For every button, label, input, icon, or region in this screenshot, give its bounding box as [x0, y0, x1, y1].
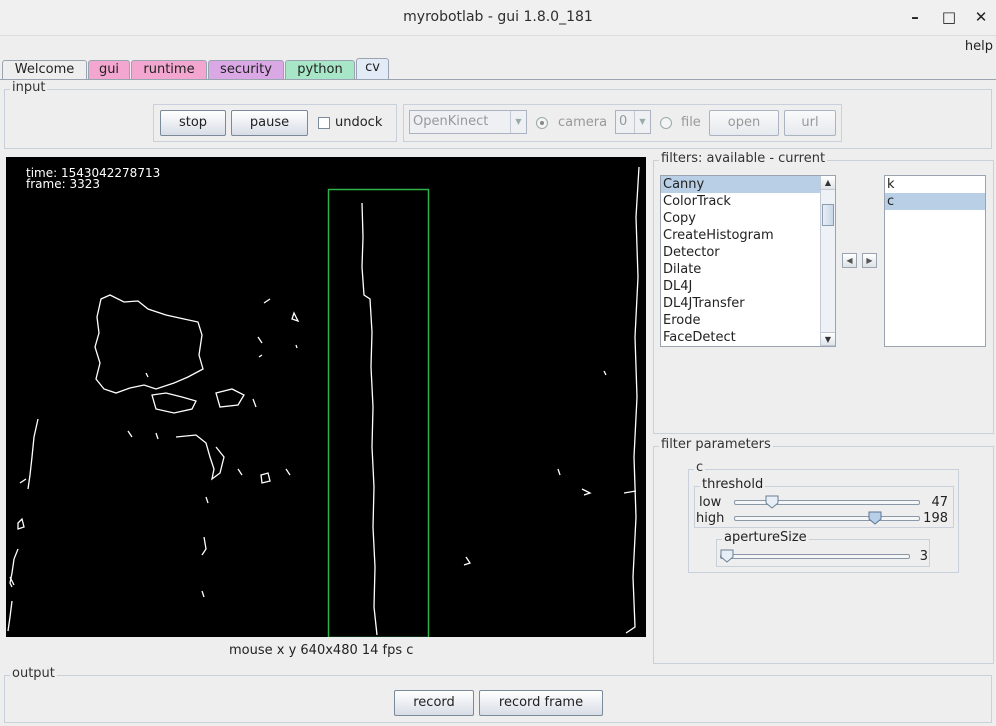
roi-rectangle [327, 188, 430, 637]
list-item[interactable]: DL4JTransfer [661, 295, 835, 312]
threshold-label: threshold [700, 477, 766, 492]
current-filters-list[interactable]: k c [884, 175, 986, 347]
camera-index-select[interactable]: 0 ▼ [615, 110, 651, 134]
url-button[interactable]: url [784, 110, 836, 136]
tab-gui[interactable]: gui [88, 60, 130, 80]
camera-radio[interactable] [536, 117, 548, 129]
list-item[interactable]: DL4J [661, 278, 835, 295]
canny-edges [7, 166, 640, 636]
camera-index-value: 0 [619, 114, 628, 129]
aperture-slider[interactable] [720, 548, 910, 564]
title-bar: myrobotlab - gui 1.8.0_181 – □ ✕ [0, 0, 996, 36]
help-menu[interactable]: help [965, 39, 993, 54]
video-frame-overlay: frame: 3323 [26, 177, 100, 191]
record-frame-button[interactable]: record frame [479, 690, 603, 716]
grabber-select-value: OpenKinect [413, 114, 489, 129]
filter-c-label: c [694, 460, 706, 475]
remove-filter-icon[interactable]: ◀ [842, 253, 857, 268]
pause-button[interactable]: pause [231, 110, 308, 136]
high-label: high [696, 511, 725, 526]
tab-runtime[interactable]: runtime [131, 60, 207, 80]
grabber-select[interactable]: OpenKinect ▼ [409, 110, 527, 134]
list-item[interactable]: CreateHistogram [661, 227, 835, 244]
stop-button[interactable]: stop [160, 110, 226, 136]
file-label: file [681, 115, 701, 130]
list-item[interactable]: Detector [661, 244, 835, 261]
tab-divider [0, 79, 996, 80]
menu-bar: help [0, 36, 996, 58]
list-item[interactable]: Erode [661, 312, 835, 329]
available-filters-list[interactable]: Canny ColorTrack Copy CreateHistogram De… [660, 175, 836, 347]
filter-parameters-label: filter parameters [659, 437, 773, 452]
high-slider-thumb[interactable] [868, 511, 882, 525]
high-slider-track [734, 516, 920, 521]
high-slider[interactable] [734, 510, 920, 526]
scroll-down-icon[interactable]: ▼ [821, 332, 835, 346]
file-radio[interactable] [660, 117, 672, 129]
list-item[interactable]: FaceDetect [661, 329, 835, 346]
available-filters-scrollbar[interactable]: ▲ ▼ [820, 176, 835, 346]
low-label: low [699, 495, 722, 510]
video-display[interactable]: time: 1543042278713 frame: 3323 [6, 157, 646, 637]
list-item[interactable]: Dilate [661, 261, 835, 278]
tab-welcome[interactable]: Welcome [2, 60, 87, 80]
chevron-down-icon: ▼ [634, 111, 650, 133]
undock-label: undock [335, 115, 383, 130]
open-button[interactable]: open [709, 110, 779, 136]
input-panel-label: input [10, 80, 48, 95]
aperture-slider-track [720, 554, 910, 559]
low-slider[interactable] [734, 494, 920, 510]
filters-panel-label: filters: available - current [659, 151, 828, 166]
aperture-label: apertureSize [722, 530, 809, 545]
minimize-icon[interactable]: – [906, 8, 924, 26]
high-value: 198 [923, 511, 948, 526]
scroll-thumb[interactable] [822, 204, 834, 226]
edge-image [7, 166, 640, 637]
tab-cv[interactable]: cv [356, 58, 389, 80]
video-status-line: mouse x y 640x480 14 fps c [229, 643, 414, 658]
list-item[interactable]: Canny [661, 176, 835, 193]
list-item[interactable]: k [885, 176, 985, 193]
aperture-slider-thumb[interactable] [720, 549, 734, 563]
low-value: 47 [931, 495, 948, 510]
low-slider-thumb[interactable] [765, 495, 779, 509]
list-item[interactable]: ColorTrack [661, 193, 835, 210]
scroll-up-icon[interactable]: ▲ [821, 176, 835, 190]
tab-python[interactable]: python [285, 60, 355, 80]
maximize-icon[interactable]: □ [940, 8, 958, 26]
low-slider-track [734, 500, 920, 505]
camera-label: camera [558, 115, 608, 130]
list-item[interactable]: c [885, 193, 985, 210]
chevron-down-icon: ▼ [510, 111, 526, 133]
aperture-value: 3 [919, 549, 928, 564]
undock-checkbox[interactable] [318, 117, 330, 129]
list-item[interactable]: Copy [661, 210, 835, 227]
window-title: myrobotlab - gui 1.8.0_181 [403, 9, 593, 25]
close-icon[interactable]: ✕ [972, 8, 990, 26]
add-filter-icon[interactable]: ▶ [862, 253, 877, 268]
record-button[interactable]: record [394, 690, 474, 716]
output-panel-label: output [10, 666, 57, 681]
tab-security[interactable]: security [208, 60, 284, 80]
